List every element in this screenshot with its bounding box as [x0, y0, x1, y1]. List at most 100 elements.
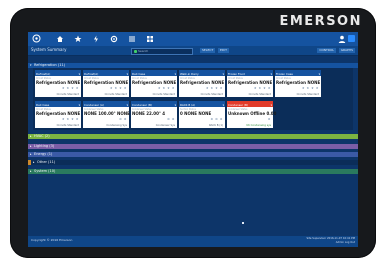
card-name: Frozen Food [228, 72, 245, 76]
user-icon[interactable] [338, 35, 346, 43]
expand-arrow-icon: ▸ [30, 169, 32, 173]
status-icons: ★ ★ ★ ★ [301, 86, 319, 90]
card-footer: Circuits Standard [200, 93, 223, 96]
chevron-down-icon[interactable]: ▾ [319, 72, 320, 76]
card-status: Refrigeration NONE [132, 80, 177, 85]
expand-arrow-icon: ▸ [30, 144, 32, 148]
status-icons: ⚙ ⚙ [167, 117, 175, 121]
card-status: Refrigeration NONE [36, 80, 81, 85]
group-label: Other (11) [37, 160, 56, 164]
status-icons: ★ ★ ★ ★ [157, 86, 175, 90]
card-name: Deli Case [132, 72, 146, 76]
card-name: Defrost(A) [84, 72, 99, 76]
card-status: 0 NONE NONE [180, 111, 212, 116]
cursor-dot [242, 222, 244, 224]
status-indicator-icon [134, 50, 137, 53]
user-session[interactable]: Admin Log Out [307, 241, 355, 245]
circuit-card[interactable]: Frozen Case ▾ Circuit Status Refrigeratio… [275, 70, 321, 97]
card-status: Refrigeration NONE [84, 80, 129, 85]
star-icon[interactable] [74, 35, 82, 43]
notifications-button[interactable] [348, 35, 355, 42]
card-name: Defrost(A) [36, 72, 51, 76]
status-icons: ⚙ ⚙ [119, 117, 127, 121]
chevron-down-icon[interactable]: ▾ [79, 72, 80, 76]
status-icons: ★ ★ ★ ★ [61, 117, 79, 121]
chevron-down-icon[interactable]: ▾ [175, 72, 176, 76]
suction-card[interactable]: RACK B (A) ▾ Suction Status 0 NONE NONE ⚙… [179, 101, 225, 128]
top-navigation-bar [28, 32, 358, 46]
card-name: Condenser (B) [228, 103, 249, 107]
group-header-other[interactable]: ▸ Other (11) [28, 160, 358, 165]
emerson-logo-icon[interactable] [31, 34, 42, 44]
screen: System Summary Search SELECT EDIT CONTRO… [28, 32, 358, 247]
site-info: Site Supervisor 2016-11-07 10:41 PM [306, 237, 356, 240]
card-status: NONE 100.00° NONE [84, 111, 130, 116]
card-footer: Circuits Standard [296, 93, 319, 96]
status-bar: Copyright © 2016 Emerson Site Supervisor… [28, 236, 358, 247]
card-status: Refrigeration NONE [228, 80, 273, 85]
chevron-down-icon[interactable]: ▾ [223, 103, 224, 107]
status-icons: ★ ★ ★ ★ [61, 86, 79, 90]
select-button[interactable]: SELECT [200, 48, 216, 53]
edit-button[interactable]: EDIT [218, 48, 229, 53]
circuit-card[interactable]: Deli Case ▾ Circuit Status Refrigeration … [35, 101, 81, 128]
circuit-card[interactable]: Defrost(A) ▾ Circuit Status Refrigeration… [35, 70, 81, 97]
group-header-hvac[interactable]: ▸ HVAC (2) [28, 134, 358, 139]
card-name: Condenser (B) [132, 103, 153, 107]
expand-arrow-icon: ▸ [30, 134, 32, 138]
condenser-card[interactable]: Condenser (B) ▾ Condenser Status NONE 22.… [131, 101, 177, 128]
chevron-down-icon[interactable]: ▾ [271, 103, 272, 107]
card-name: Frozen Case [276, 72, 293, 76]
condenser-card[interactable]: Condenser (A) ▾ Condenser Status NONE 100… [83, 101, 130, 128]
group-label: Lighting (3) [34, 144, 55, 148]
group-header-lighting[interactable]: ▸ Lighting (3) [28, 144, 358, 149]
status-icons: ★ ★ ★ ★ [205, 86, 223, 90]
circuit-card[interactable]: Walk-in Dairy ▾ Circuit Status Refrigerat… [179, 70, 225, 97]
refrigeration-panel: Defrost(A) ▾ Circuit Status Refrigeration… [33, 68, 353, 130]
card-name: Walk-in Dairy [180, 72, 199, 76]
page-title: System Summary [31, 47, 67, 52]
group-header-energy[interactable]: ▸ Energy (1) [28, 152, 358, 157]
circuit-card[interactable]: Defrost(A) ▾ Circuit Status Refrigeration… [83, 70, 129, 97]
status-icons: ⚙ [267, 117, 271, 121]
tablet-frame: EMERSON System Summary Search SELECT EDI… [10, 8, 376, 258]
circuit-card[interactable]: Frozen Food ▾ Circuit Status Refrigeratio… [227, 70, 273, 97]
card-footer: Circuits Standard [56, 93, 79, 96]
group-label: Energy (1) [34, 152, 53, 156]
toolbar: System Summary Search SELECT EDIT CONTRO… [28, 46, 358, 56]
bolt-icon[interactable] [92, 35, 100, 43]
group-label: HVAC (2) [34, 134, 50, 138]
card-footer: Condenser Sys [155, 124, 175, 127]
chevron-down-icon[interactable]: ▾ [223, 72, 224, 76]
card-footer: Circuits Standard [152, 93, 175, 96]
search-input[interactable]: Search [131, 48, 193, 55]
card-status: Unknown Offline 0.00 [228, 111, 277, 116]
settings-icon[interactable] [110, 35, 118, 43]
status-icons: ★ ★ ★ ★ [109, 86, 127, 90]
control-button[interactable]: CONTROL [317, 48, 336, 53]
card-status: Refrigeration NONE [36, 111, 81, 116]
card-status: Refrigeration NONE [180, 80, 225, 85]
home-icon[interactable] [56, 35, 64, 43]
group-header-system[interactable]: ▸ System (10) [28, 169, 358, 174]
chevron-down-icon[interactable]: ▾ [175, 103, 176, 107]
card-footer: Circuits Standard [56, 124, 79, 127]
card-status: Refrigeration NONE [276, 80, 321, 85]
card-footer: Condensing Sys [106, 124, 127, 127]
group-label: System (10) [34, 169, 56, 173]
chevron-down-icon[interactable]: ▾ [127, 72, 128, 76]
expand-arrow-icon: ▸ [30, 152, 32, 156]
copyright-text: Copyright © 2016 Emerson [31, 238, 73, 242]
list-icon[interactable] [128, 35, 136, 43]
alarm-card[interactable]: Condenser (B) ▾ Condenser Status Unknown … [227, 101, 277, 128]
chevron-down-icon[interactable]: ▾ [271, 72, 272, 76]
circuit-card[interactable]: Deli Case ▾ Circuit Status Refrigeration … [131, 70, 177, 97]
graphs-button[interactable]: GRAPHS [338, 48, 355, 53]
card-footer: RACK B (1) [208, 124, 223, 127]
status-icons: ⚙ ⚙ ⚙ [210, 117, 223, 121]
chevron-down-icon[interactable]: ▾ [79, 103, 80, 107]
expand-arrow-icon: ▸ [33, 160, 35, 164]
grid-icon[interactable] [146, 35, 154, 43]
chevron-down-icon[interactable]: ▾ [127, 103, 128, 107]
brand-logo: EMERSON [279, 14, 362, 29]
